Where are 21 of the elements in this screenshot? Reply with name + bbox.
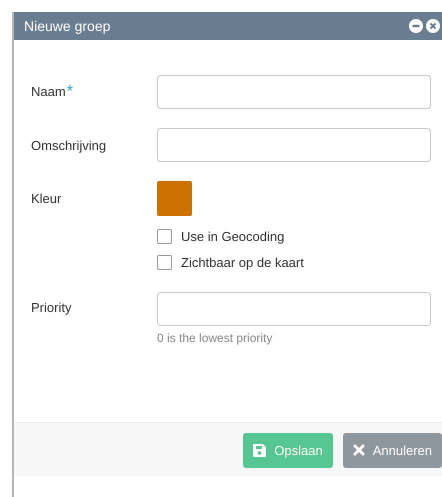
input-field[interactable] bbox=[157, 292, 431, 326]
input-field[interactable] bbox=[157, 128, 431, 162]
save-button[interactable]: Opslaan bbox=[243, 432, 333, 468]
cancel-button[interactable]: Annuleren bbox=[342, 432, 442, 468]
window-title: Nieuwe groep bbox=[24, 18, 110, 34]
checkbox[interactable] bbox=[157, 229, 172, 244]
required-icon: * bbox=[66, 83, 73, 100]
save-icon bbox=[253, 444, 266, 456]
close-icon bbox=[352, 444, 365, 456]
checkbox-label: Use in Geocoding bbox=[181, 229, 284, 244]
color-swatch[interactable] bbox=[157, 181, 192, 216]
minimize-icon[interactable] bbox=[409, 19, 423, 33]
field-label: Priority bbox=[31, 300, 72, 315]
close-icon[interactable] bbox=[426, 19, 440, 33]
field-label: Omschrijving bbox=[31, 138, 108, 152]
input-field[interactable] bbox=[157, 75, 431, 109]
hint-text: 0 is the lowest priority bbox=[157, 331, 274, 345]
checkbox-label: Zichtbaar op de kaart bbox=[181, 255, 304, 270]
field-label: Kleur bbox=[31, 191, 62, 206]
field-label: Naam* bbox=[31, 83, 74, 101]
checkbox[interactable] bbox=[157, 255, 172, 270]
